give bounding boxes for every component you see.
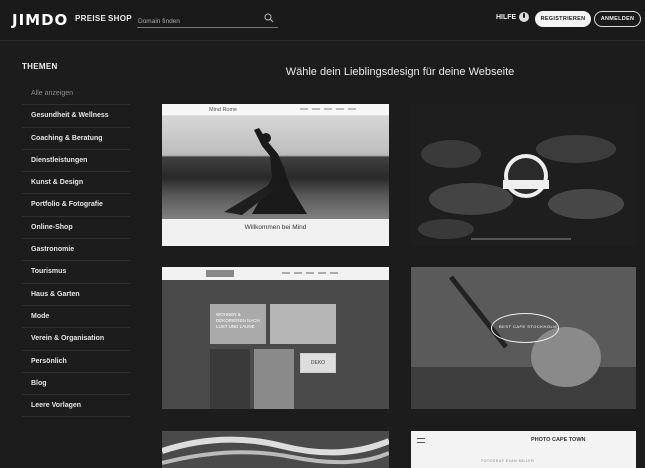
help-link[interactable]: HILFE [496, 14, 516, 21]
domain-search-input[interactable] [137, 13, 257, 30]
page-heading: Wähle dein Lieblingsdesign für deine Web… [285, 66, 515, 78]
template-nav [282, 272, 342, 274]
yoga-figure [224, 128, 307, 215]
template-card-photo[interactable]: PHOTO CAPE TOWN FOTOGRAF EVAN MILLER [411, 431, 636, 468]
template-card-architecture[interactable] [162, 431, 389, 468]
poster: WOHNEN & DEKORIEREN NACH LUST UND LAUNE [210, 304, 266, 344]
nav-preise[interactable]: PREISE [75, 14, 106, 23]
menu-icon [417, 438, 425, 443]
sidebar-item-tourism[interactable]: Tourismus [22, 261, 130, 284]
sidebar-item-blog[interactable]: Blog [22, 373, 130, 396]
sidebar-item-fashion[interactable]: Mode [22, 306, 130, 329]
template-caption: Willkommen bei Mind [244, 224, 307, 231]
yoga-photo [162, 116, 389, 219]
register-button[interactable]: REGISTRIEREN [535, 11, 591, 27]
sidebar-item-shop[interactable]: Online-Shop [22, 217, 130, 240]
deko-tile: DEKO [300, 353, 336, 373]
sidebar-item-all[interactable]: Alle anzeigen [22, 83, 130, 106]
sidebar-item-portfolio[interactable]: Portfolio & Fotografie [22, 194, 130, 217]
window-image [254, 349, 294, 409]
login-button[interactable]: ANMELDEN [594, 11, 641, 27]
template-subtitle: FOTOGRAF EVAN MILLER [481, 459, 535, 463]
lamp-image [210, 349, 250, 409]
template-card-interior[interactable]: WOHNEN & DEKORIEREN NACH LUST UND LAUNE … [162, 267, 389, 409]
jimdo-logo[interactable]: JIMDO [12, 11, 68, 29]
sidebar-item-home[interactable]: Haus & Garten [22, 284, 130, 306]
cafe-badge-text: BEST CAFE STOCKHOLM [499, 324, 558, 329]
template-card-mind[interactable]: Mind Rome Willkommen bei Mind [162, 104, 389, 246]
food-photo [411, 104, 636, 246]
theme-sidebar: THEMEN Alle anzeigen Gesundheit & Wellne… [22, 62, 130, 418]
architecture-photo [162, 431, 389, 468]
search-icon[interactable] [264, 13, 274, 23]
top-navigation-bar: JIMDO PREISE SHOP HILFE REGISTRIEREN ANM… [0, 0, 645, 41]
sidebar-item-art[interactable]: Kunst & Design [22, 172, 130, 195]
sidebar-item-association[interactable]: Verein & Organisation [22, 328, 130, 351]
template-logo [206, 270, 234, 277]
sidebar-item-personal[interactable]: Persönlich [22, 351, 130, 373]
template-card-restaurant[interactable] [411, 104, 636, 246]
template-nav [300, 108, 360, 110]
sidebar-item-gastronomy[interactable]: Gastronomie [22, 239, 130, 262]
help-globe-icon[interactable] [519, 12, 529, 22]
sidebar-item-blank[interactable]: Leere Vorlagen [22, 395, 130, 418]
template-header: Mind Rome [162, 104, 389, 116]
sidebar-item-services[interactable]: Dienstleistungen [22, 150, 130, 173]
template-header [162, 267, 389, 280]
sidebar-title: THEMEN [22, 62, 58, 71]
sidebar-item-coaching[interactable]: Coaching & Beratung [22, 128, 130, 150]
domain-search [137, 10, 278, 30]
template-logo: Mind Rome [209, 107, 238, 113]
template-card-cafe[interactable]: BEST CAFE STOCKHOLM [411, 267, 636, 409]
frame-image [270, 304, 336, 344]
template-brand: PHOTO CAPE TOWN [531, 437, 586, 443]
nav-shop[interactable]: SHOP [108, 14, 132, 23]
sidebar-item-health[interactable]: Gesundheit & Wellness [22, 105, 130, 128]
